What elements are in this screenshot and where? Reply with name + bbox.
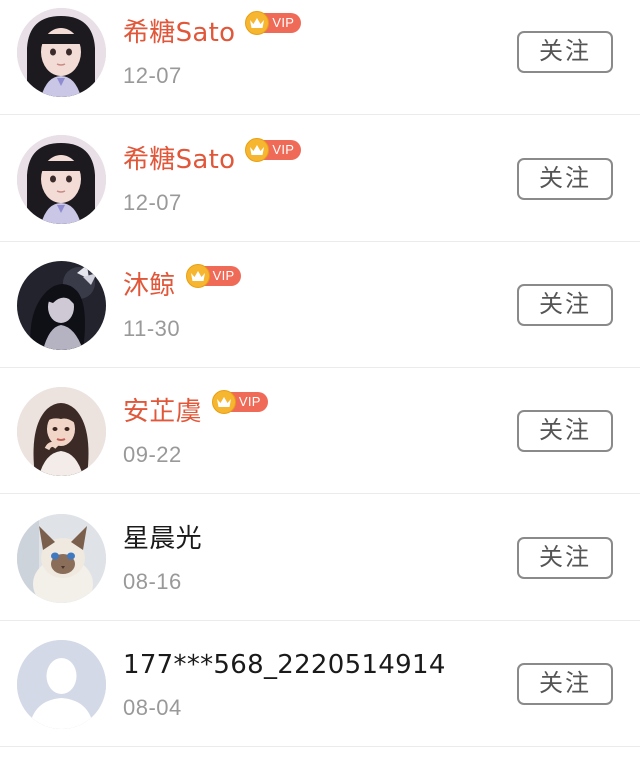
follow-date: 08-16: [123, 569, 182, 594]
name-line: 希糖Sato VIP: [123, 11, 302, 50]
follow-list: 希糖Sato VIP 12-07 关注 希糖Sato VIP 12-07 关注 …: [0, 0, 640, 759]
name-line: 177***568_2220514914: [123, 648, 446, 682]
vip-badge: VIP: [185, 264, 242, 288]
avatar[interactable]: [17, 514, 106, 603]
crown-icon: [185, 264, 210, 288]
follow-button[interactable]: 关注: [517, 663, 613, 705]
follow-button[interactable]: 关注: [517, 31, 613, 73]
follow-button[interactable]: 关注: [517, 158, 613, 200]
list-item[interactable]: 安芷虞 VIP 09-22 关注: [0, 368, 640, 494]
username[interactable]: 希糖Sato: [123, 16, 235, 50]
avatar[interactable]: [17, 8, 106, 97]
vip-badge: VIP: [245, 138, 302, 162]
follow-date: 12-07: [123, 190, 182, 215]
crown-icon: [211, 390, 236, 414]
dark-character-avatar-image: [17, 261, 106, 350]
vip-badge: VIP: [211, 390, 268, 414]
list-item[interactable]: 沐鲸 VIP 11-30 关注: [0, 242, 640, 368]
username[interactable]: 177***568_2220514914: [123, 648, 446, 682]
follow-date: 12-07: [123, 63, 182, 88]
follow-button[interactable]: 关注: [517, 537, 613, 579]
list-item[interactable]: 希糖Sato VIP 12-07 关注: [0, 116, 640, 242]
username[interactable]: 沐鲸: [123, 269, 176, 303]
default-person-icon: [17, 640, 106, 729]
follow-date: 08-04: [123, 695, 182, 720]
follow-date: 09-22: [123, 442, 182, 467]
girl-avatar-image: [17, 8, 106, 97]
list-item[interactable]: 星晨光 08-16 关注: [0, 495, 640, 621]
list-item[interactable]: 希糖Sato VIP 12-07 关注: [0, 0, 640, 115]
avatar[interactable]: [17, 135, 106, 224]
name-line: 安芷虞 VIP: [123, 390, 268, 429]
avatar[interactable]: [17, 387, 106, 476]
woman-avatar-image: [17, 387, 106, 476]
list-item[interactable]: 177***568_2220514914 08-04 关注: [0, 621, 640, 747]
follow-button[interactable]: 关注: [517, 410, 613, 452]
username[interactable]: 星晨光: [123, 522, 202, 556]
vip-badge: VIP: [245, 11, 302, 35]
name-line: 希糖Sato VIP: [123, 138, 302, 177]
username[interactable]: 安芷虞: [123, 395, 202, 429]
avatar[interactable]: [17, 640, 106, 729]
avatar[interactable]: [17, 261, 106, 350]
name-line: 星晨光: [123, 522, 202, 556]
girl-avatar-image: [17, 135, 106, 224]
follow-date: 11-30: [123, 316, 181, 341]
name-line: 沐鲸 VIP: [123, 264, 242, 303]
cat-avatar-image: [17, 514, 106, 603]
follow-button[interactable]: 关注: [517, 284, 613, 326]
username[interactable]: 希糖Sato: [123, 143, 235, 177]
